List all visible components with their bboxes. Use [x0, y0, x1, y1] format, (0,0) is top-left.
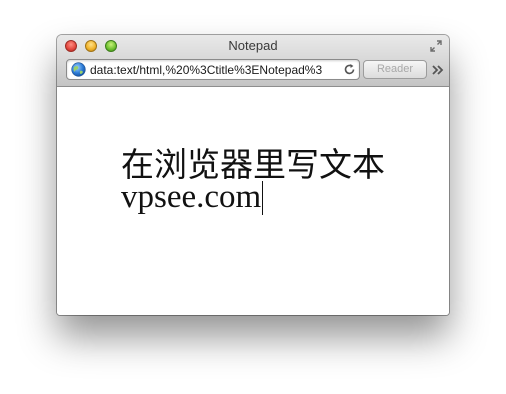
editable-document[interactable]: 在浏览器里写文本 vpsee.com	[121, 148, 385, 215]
globe-icon	[71, 62, 86, 77]
text-line-2: vpsee.com	[121, 179, 262, 215]
page-content[interactable]: 在浏览器里写文本 vpsee.com	[57, 87, 449, 315]
address-bar[interactable]: data:text/html,%20%3Ctitle%3ENotepad%3	[66, 59, 360, 80]
screen: Notepad data:text/html,%20%3Ctitle%3ENot…	[0, 0, 506, 394]
title-toolbar: Notepad data:text/html,%20%3Ctitle%3ENot…	[57, 35, 449, 87]
fullscreen-icon[interactable]	[429, 39, 443, 53]
text-line-2-wrap: vpsee.com	[121, 181, 385, 215]
url-text: data:text/html,%20%3Ctitle%3ENotepad%3	[90, 63, 323, 77]
reload-icon[interactable]	[343, 63, 356, 76]
text-line-1: 在浏览器里写文本	[121, 148, 385, 184]
double-chevron-icon[interactable]	[431, 63, 445, 77]
browser-window: Notepad data:text/html,%20%3Ctitle%3ENot…	[57, 35, 449, 315]
text-cursor	[262, 181, 264, 215]
window-title: Notepad	[228, 38, 278, 53]
reader-button[interactable]: Reader	[363, 60, 427, 79]
